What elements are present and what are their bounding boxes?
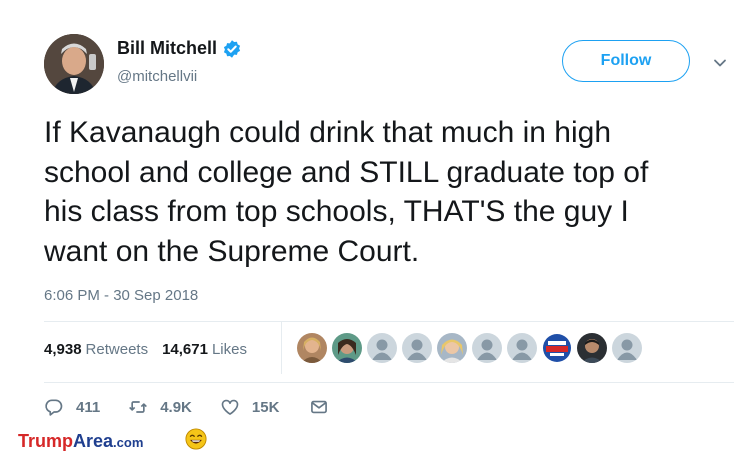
liker-avatar[interactable] — [297, 333, 327, 363]
liker-avatar[interactable] — [332, 333, 362, 363]
liker-avatar[interactable] — [472, 333, 502, 363]
like-count: 15K — [251, 398, 280, 416]
user-name[interactable]: Bill Mitchell — [117, 38, 217, 59]
heart-icon — [221, 399, 239, 415]
default-avatar-icon — [367, 333, 397, 363]
default-avatar-icon — [612, 333, 642, 363]
likes-label: Likes — [211, 341, 247, 358]
envelope-icon — [311, 400, 328, 414]
tweet-actions: 411 4.9K 15K — [44, 397, 329, 417]
watermark-part3: .com — [113, 435, 144, 450]
default-avatar-icon — [472, 333, 502, 363]
liker-avatar[interactable] — [437, 333, 467, 363]
direct-message-button[interactable] — [309, 397, 329, 417]
tweet-timestamp[interactable]: 6:06 PM - 30 Sep 2018 — [44, 287, 198, 304]
logo-avatar-icon — [542, 333, 572, 363]
retweets-count: 4,938 — [44, 341, 82, 358]
divider — [44, 382, 734, 383]
engagement-stats: 4,938 Retweets 14,671 Likes — [44, 341, 247, 358]
user-photo-icon — [437, 333, 467, 363]
watermark-logo: TrumpArea.com — [18, 431, 143, 452]
follow-button[interactable]: Follow — [562, 40, 690, 82]
watermark-part1: Trump — [18, 431, 74, 451]
chevron-down-icon[interactable] — [712, 55, 728, 71]
reply-icon — [45, 399, 63, 416]
default-avatar-icon — [402, 333, 432, 363]
liker-avatar[interactable] — [612, 333, 642, 363]
profile-photo-icon — [44, 34, 104, 94]
retweet-icon — [129, 401, 148, 413]
retweets-stat[interactable]: 4,938 Retweets — [44, 341, 148, 358]
liker-avatar[interactable] — [507, 333, 537, 363]
liker-avatar[interactable] — [402, 333, 432, 363]
like-button[interactable]: 15K — [220, 397, 280, 417]
liker-avatar[interactable] — [367, 333, 397, 363]
watermark-part2: Area — [73, 431, 114, 451]
verified-badge-icon — [223, 39, 241, 58]
liker-avatar[interactable] — [542, 333, 572, 363]
laughing-emoji-icon — [185, 428, 207, 450]
user-photo-icon — [297, 333, 327, 363]
reply-button[interactable]: 411 — [44, 397, 100, 417]
user-name-row[interactable]: Bill Mitchell — [117, 38, 242, 59]
stats-separator — [281, 322, 282, 374]
avatar[interactable] — [44, 34, 104, 94]
tweet-text: If Kavanaugh could drink that much in hi… — [44, 116, 649, 268]
retweet-count: 4.9K — [160, 398, 192, 416]
retweets-label: Retweets — [85, 341, 149, 358]
user-photo-icon — [577, 333, 607, 363]
user-handle[interactable]: @mitchellvii — [117, 68, 197, 85]
retweet-button[interactable]: 4.9K — [128, 397, 192, 417]
likes-count: 14,671 — [162, 341, 208, 358]
liker-avatar[interactable] — [577, 333, 607, 363]
liker-avatars — [297, 333, 642, 363]
likes-stat[interactable]: 14,671 Likes — [162, 341, 247, 358]
user-photo-icon — [332, 333, 362, 363]
divider — [44, 321, 734, 322]
default-avatar-icon — [507, 333, 537, 363]
reply-count: 411 — [76, 398, 101, 416]
